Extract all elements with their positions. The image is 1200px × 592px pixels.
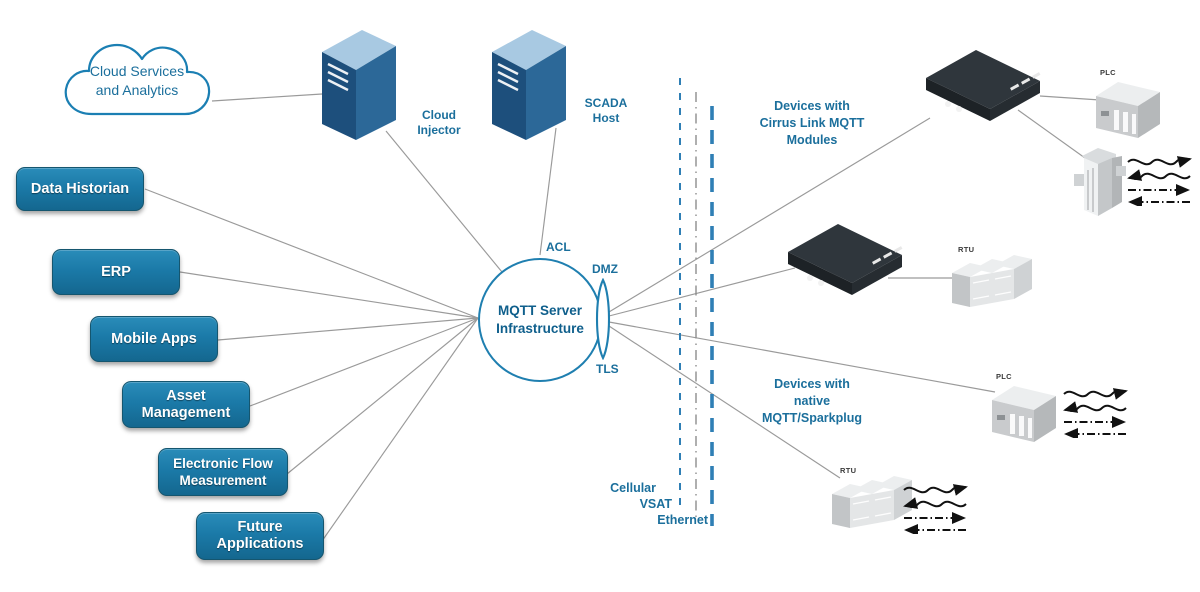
wire-historian-to-mqtt bbox=[144, 188, 479, 319]
wire-injector-to-mqtt bbox=[385, 130, 503, 273]
box-label: Asset Management bbox=[141, 387, 231, 421]
gateway-device-top[interactable] bbox=[918, 48, 1048, 129]
wire-cloud-to-injector bbox=[211, 93, 323, 102]
cloud-services-node[interactable]: Cloud Services and Analytics bbox=[58, 36, 216, 122]
plc-tag-lower: PLC bbox=[996, 372, 1012, 381]
dmz-lens-shape bbox=[590, 277, 616, 365]
server-scada-host[interactable] bbox=[488, 28, 568, 153]
box-erp[interactable]: ERP bbox=[52, 249, 180, 295]
plc-tag-top: PLC bbox=[1100, 68, 1116, 77]
dmz-lens-icon bbox=[595, 277, 611, 361]
cloud-label: Cloud Services and Analytics bbox=[58, 36, 216, 122]
box-label: ERP bbox=[101, 263, 131, 280]
network-gateway-icon bbox=[788, 224, 903, 295]
server-cloud-injector[interactable] bbox=[318, 28, 398, 153]
mqtt-label-line1: MQTT Server bbox=[497, 303, 583, 318]
acl-label: ACL bbox=[546, 240, 571, 254]
wire-future-to-mqtt bbox=[321, 317, 479, 542]
wire-erp-to-mqtt bbox=[179, 271, 479, 319]
rtu-device-middle[interactable] bbox=[948, 253, 1040, 320]
boundary-label-ethernet: Ethernet bbox=[657, 513, 708, 527]
group-label-native-mqtt: Devices with native MQTT/Sparkplug bbox=[762, 377, 862, 425]
wire-gw1-to-plc bbox=[1039, 95, 1101, 101]
rtu-tag-bottom: RTU bbox=[840, 466, 857, 475]
wire-mobile-to-mqtt bbox=[217, 317, 479, 341]
server-label-scada-host: SCADA Host bbox=[584, 96, 628, 125]
signal-arrows-rtu-bottom bbox=[903, 484, 968, 534]
box-label: Data Historian bbox=[30, 180, 130, 197]
signal-arrows-plc-lower bbox=[1063, 388, 1128, 438]
wire-efm-to-mqtt bbox=[286, 317, 479, 475]
box-asset-management[interactable]: Asset Management bbox=[122, 381, 250, 428]
rtu-icon bbox=[952, 255, 1032, 307]
mqtt-server-infrastructure-node[interactable]: MQTT Server Infrastructure bbox=[478, 258, 602, 382]
box-label: Mobile Apps bbox=[111, 330, 197, 347]
signal-arrows-top bbox=[1127, 156, 1192, 206]
box-future-applications[interactable]: Future Applications bbox=[196, 512, 324, 560]
group-label-cirrus-link: Devices with Cirrus Link MQTT Modules bbox=[759, 99, 865, 147]
plc-icon bbox=[992, 386, 1056, 442]
box-data-historian[interactable]: Data Historian bbox=[16, 167, 144, 211]
mqtt-label-line2: Infrastructure bbox=[496, 321, 584, 336]
dmz-label: DMZ bbox=[592, 262, 618, 276]
network-boundary-lines bbox=[679, 78, 714, 526]
cloud-label-line1: Cloud Services bbox=[89, 63, 185, 79]
diagram-canvas: Cloud Services and Analytics Cloud Injec… bbox=[0, 0, 1200, 592]
box-label: Electronic Flow Measurement bbox=[173, 456, 273, 488]
rtu-tag-mid: RTU bbox=[958, 245, 975, 254]
wire-asset-to-mqtt bbox=[249, 317, 479, 407]
box-label: Future Applications bbox=[216, 519, 304, 552]
plc-icon bbox=[1096, 82, 1160, 138]
cloud-label-line2: and Analytics bbox=[95, 82, 179, 98]
plc-device-lower[interactable] bbox=[988, 382, 1060, 455]
boundary-label-cellular: Cellular bbox=[610, 481, 656, 495]
server-tower-icon bbox=[492, 30, 566, 140]
box-mobile-apps[interactable]: Mobile Apps bbox=[90, 316, 218, 362]
boundary-label-vsat: VSAT bbox=[639, 497, 672, 511]
server-tower-icon bbox=[322, 30, 396, 140]
server-label-cloud-injector: Cloud Injector bbox=[417, 108, 461, 137]
network-gateway-icon bbox=[926, 50, 1041, 121]
gateway-device-middle[interactable] bbox=[780, 222, 910, 303]
box-electronic-flow-measurement[interactable]: Electronic Flow Measurement bbox=[158, 448, 288, 496]
